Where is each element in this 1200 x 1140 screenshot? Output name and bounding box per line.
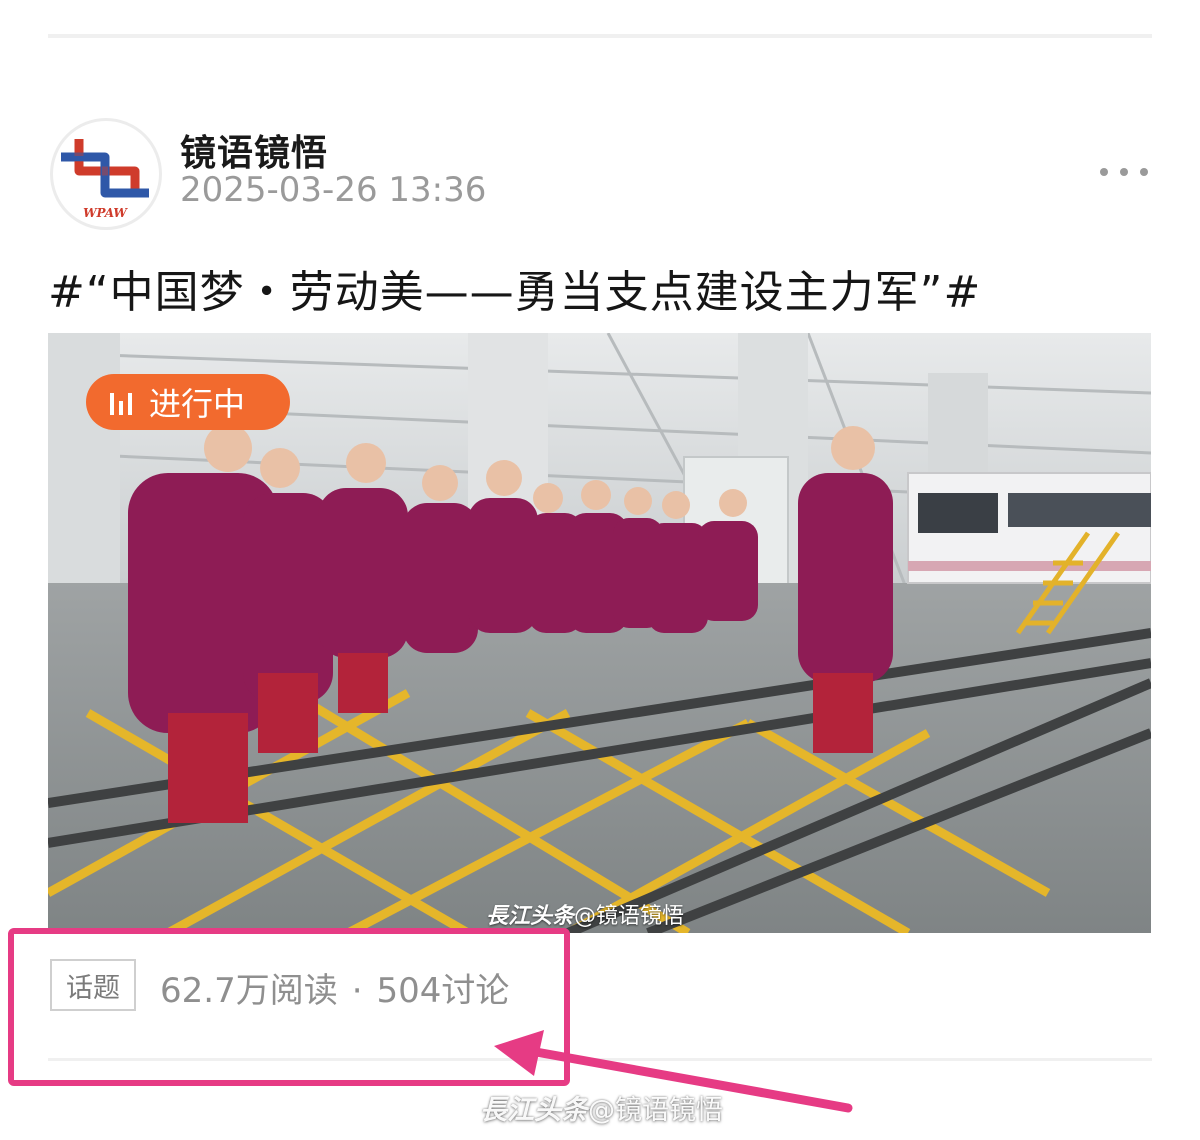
more-horizontal-icon	[1100, 168, 1148, 176]
photo-watermark-handle: @镜语镜悟	[574, 904, 685, 929]
more-options-button[interactable]	[1096, 160, 1152, 184]
photo-watermark: 長江头条@镜语镜悟	[486, 898, 684, 930]
page-watermark: 長江头条@镜语镜悟	[480, 1088, 723, 1127]
page-watermark-brand: 長江头条	[480, 1095, 588, 1126]
photo-watermark-brand: 長江头条	[486, 903, 575, 929]
live-badge-label: 进行中	[149, 385, 246, 423]
bar-chart-icon	[110, 389, 137, 415]
page-watermark-handle: @镜语镜悟	[588, 1095, 723, 1126]
post-timestamp: 2025-03-26 13:36	[180, 170, 487, 210]
author-avatar[interactable]: WPAW	[50, 118, 162, 230]
top-divider	[48, 34, 1152, 38]
highlight-annotation-box	[8, 928, 570, 1086]
author-name[interactable]: 镜语镜悟	[180, 124, 328, 176]
post-headline[interactable]: #“中国梦・劳动美——勇当支点建设主力军”#	[48, 256, 981, 320]
wpaw-logo-icon: WPAW	[61, 139, 149, 220]
live-status-badge[interactable]: 进行中	[86, 374, 290, 430]
avatar-logo-text: WPAW	[83, 206, 128, 220]
